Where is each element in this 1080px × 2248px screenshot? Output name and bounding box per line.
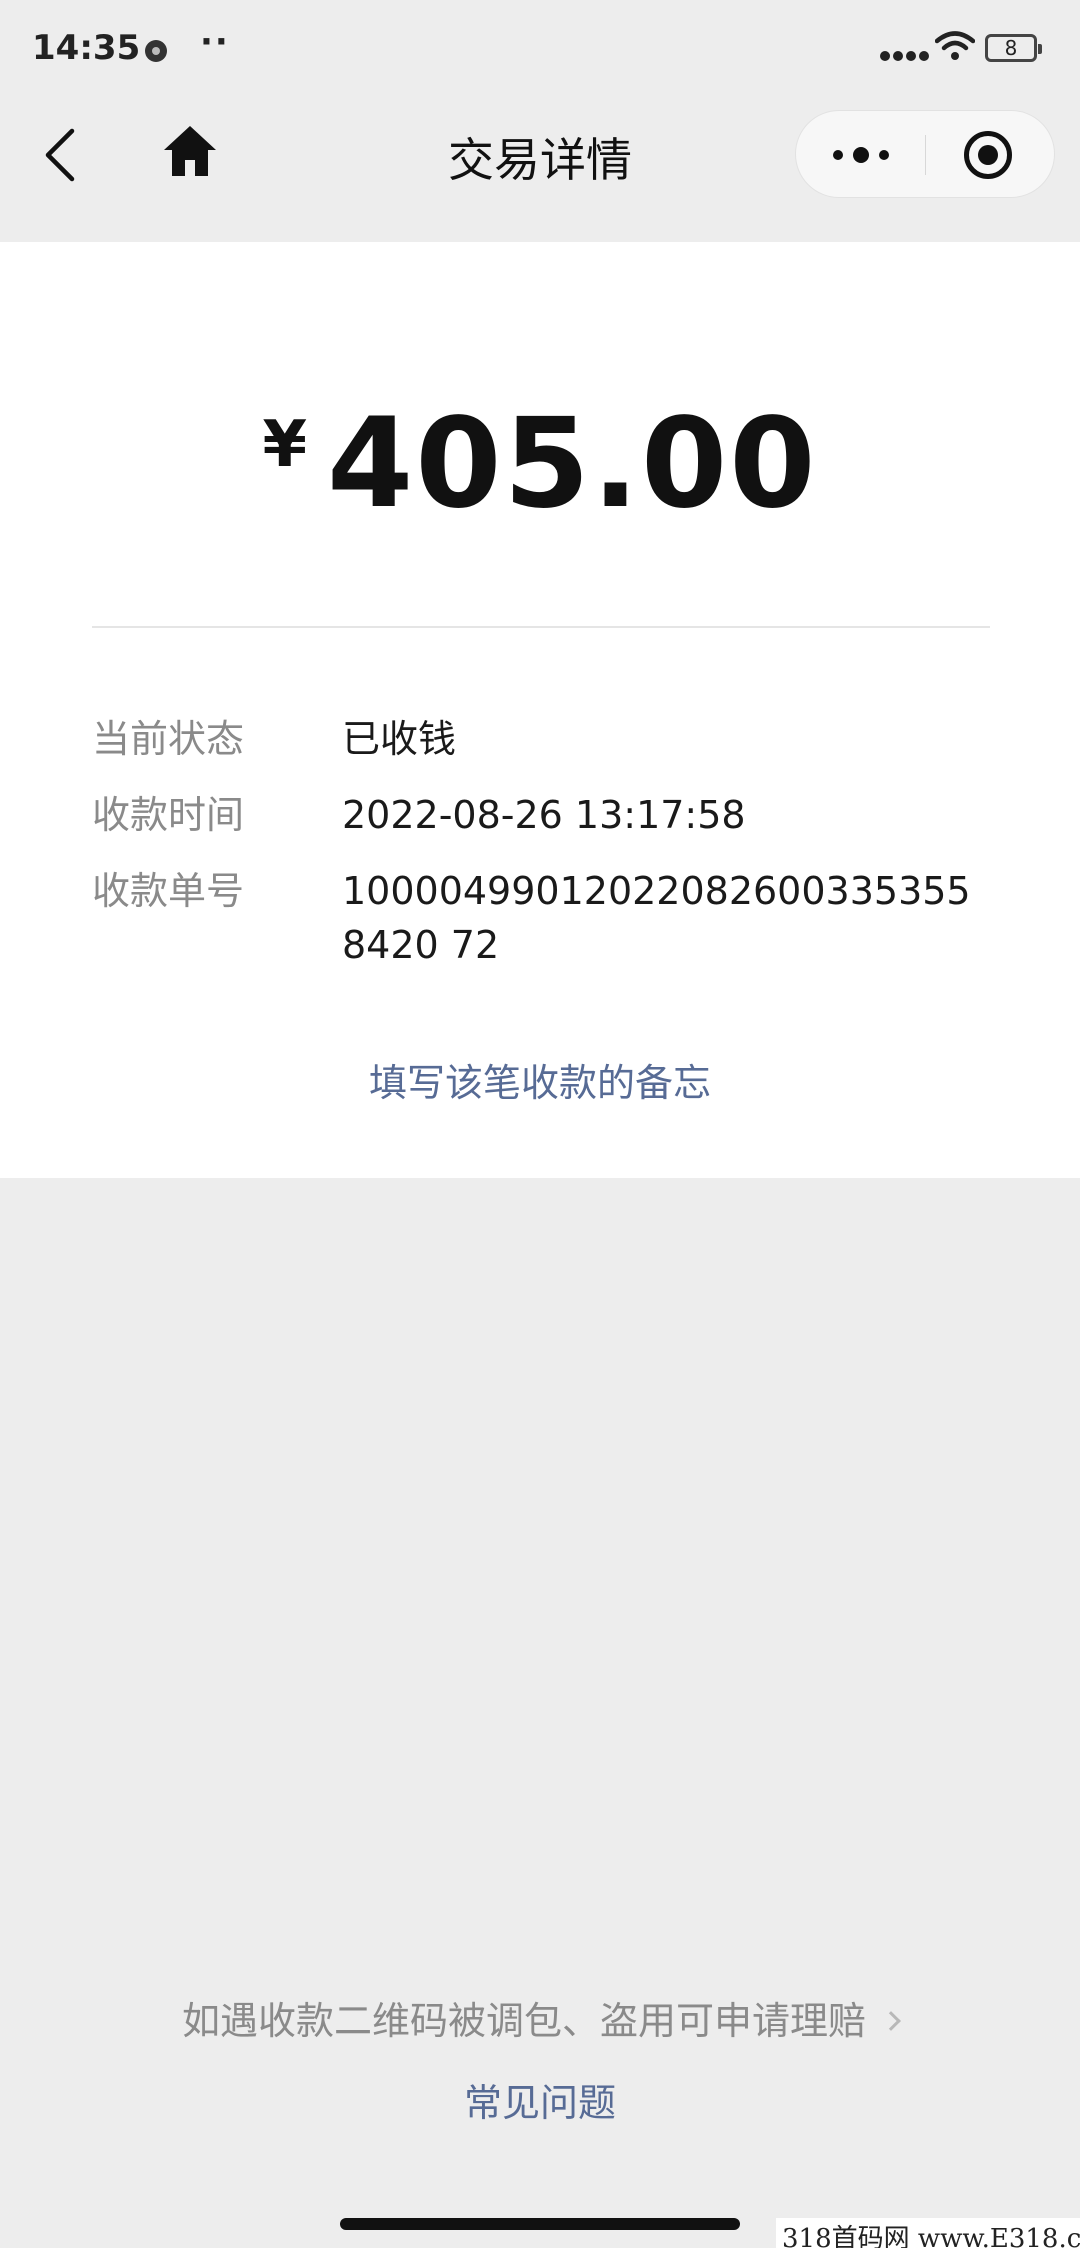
- transaction-detail-page: 14:35 ·· 8 交易详情 ¥ 405.00 当前状态 已收钱 收款时间 2…: [0, 0, 1080, 2248]
- recording-icon: [145, 40, 167, 62]
- detail-value: 已收钱: [342, 717, 457, 761]
- detail-label: 当前状态: [92, 717, 245, 761]
- wifi-icon: [935, 31, 975, 60]
- detail-value: 2022-08-26 13:17:58: [342, 793, 746, 837]
- detail-list: 当前状态 已收钱 收款时间 2022-08-26 13:17:58 收款单号 1…: [92, 712, 992, 994]
- notification-dots-icon: ··: [200, 22, 230, 62]
- divider: [92, 626, 990, 628]
- transaction-card: ¥405.00 当前状态 已收钱 收款时间 2022-08-26 13:17:5…: [0, 242, 1080, 1178]
- battery-icon: 8: [985, 34, 1042, 62]
- add-memo-link[interactable]: 填写该笔收款的备忘: [0, 1052, 1080, 1107]
- faq-link[interactable]: 常见问题: [0, 2072, 1080, 2127]
- more-icon[interactable]: [831, 133, 891, 177]
- detail-row-status: 当前状态 已收钱: [92, 712, 992, 766]
- close-target-icon[interactable]: [964, 131, 1012, 179]
- detail-label: 收款时间: [92, 793, 245, 837]
- chevron-right-icon: [881, 2011, 901, 2031]
- nav-bar: 交易详情: [0, 100, 1080, 242]
- claim-link[interactable]: 如遇收款二维码被调包、盗用可申请理赔: [0, 1990, 1080, 2045]
- claim-link-text: 如遇收款二维码被调包、盗用可申请理赔: [181, 1999, 866, 2043]
- amount-display: ¥405.00: [0, 392, 1080, 536]
- capsule-divider: [925, 135, 926, 175]
- amount-value: 405.00: [327, 392, 818, 536]
- currency-symbol: ¥: [262, 408, 307, 482]
- status-bar: 14:35 ·· 8: [0, 0, 1080, 100]
- detail-label: 收款单号: [92, 869, 245, 913]
- home-indicator: [340, 2218, 740, 2230]
- detail-value: 100004990120220826003353558420 72: [342, 869, 971, 967]
- watermark: 318首码网 www.E318.com: [776, 2218, 1080, 2248]
- detail-row-time: 收款时间 2022-08-26 13:17:58: [92, 788, 992, 842]
- detail-row-order-id: 收款单号 100004990120220826003353558420 72: [92, 864, 992, 972]
- signal-icon: [880, 46, 932, 65]
- status-time: 14:35: [32, 28, 141, 68]
- mini-program-capsule: [795, 110, 1055, 198]
